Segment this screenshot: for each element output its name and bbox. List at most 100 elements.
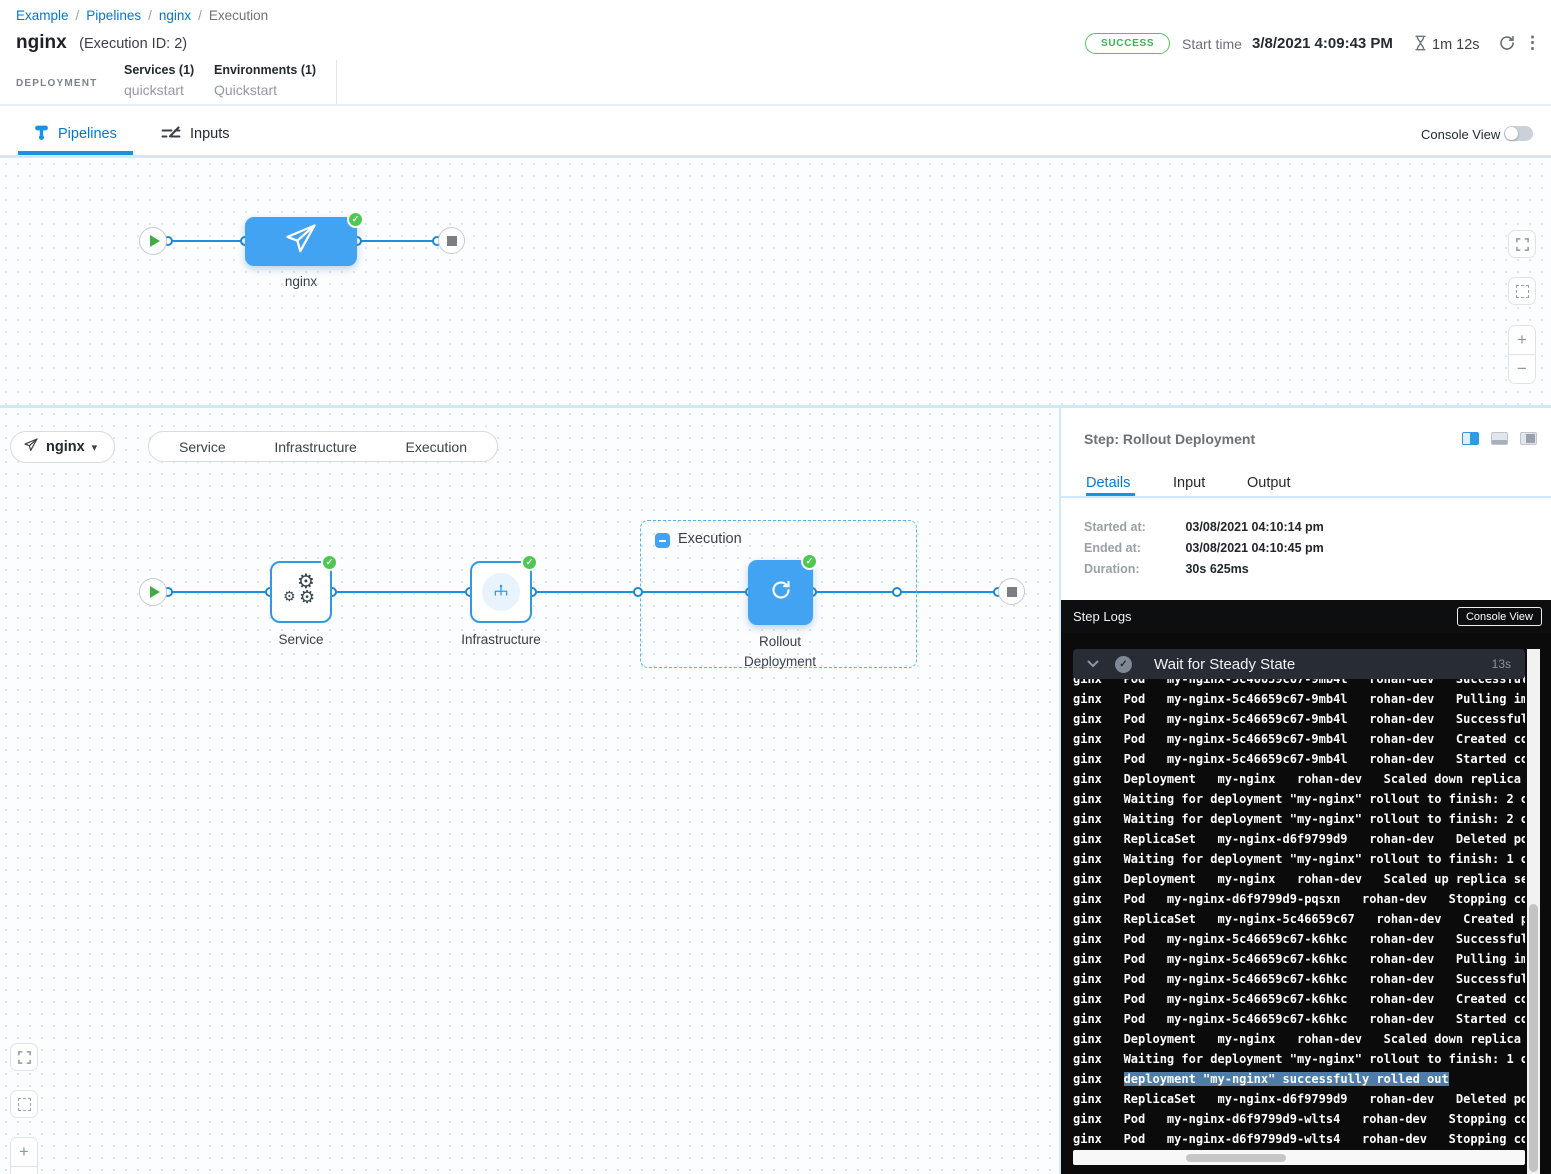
log-line: ginx Waiting for deployment "my-nginx" r… — [1073, 789, 1525, 809]
log-line: ginx deployment "my-nginx" successfully … — [1073, 1069, 1525, 1089]
page-title: nginx — [16, 32, 67, 53]
horizontal-scrollbar[interactable] — [1073, 1150, 1525, 1165]
step-details-panel: Step: Rollout Deployment Details Input O… — [1061, 408, 1551, 1174]
log-line: ginx Waiting for deployment "my-nginx" r… — [1073, 1049, 1525, 1069]
log-console[interactable]: ✓ Wait for Steady State 13s ginx Pod my-… — [1061, 633, 1551, 1174]
log-line: ginx ReplicaSet my-nginx-d6f9799d9 rohan… — [1073, 829, 1525, 849]
duration-value: 30s 625ms — [1185, 562, 1248, 576]
zoom-out-button[interactable]: − — [11, 1167, 37, 1174]
success-check-badge: ✓ — [321, 554, 338, 571]
elapsed-text: 1m 12s — [1432, 37, 1480, 53]
more-options-button[interactable]: ⋮ — [1524, 33, 1541, 53]
log-line: ginx Pod my-nginx-5c46659c67-9mb4l rohan… — [1073, 709, 1525, 729]
stop-icon — [1007, 587, 1017, 597]
marquee-select-button[interactable] — [10, 1090, 38, 1118]
marquee-icon — [18, 1098, 31, 1111]
console-view-button[interactable]: Console View — [1457, 607, 1542, 626]
pipelines-tab-icon — [33, 124, 50, 146]
gear-icon: ⚙ — [299, 587, 315, 608]
scrollbar-thumb[interactable] — [1529, 904, 1538, 1172]
step-node-infrastructure[interactable] — [470, 561, 532, 623]
fit-to-screen-button[interactable] — [1508, 230, 1536, 258]
stage-tab-execution[interactable]: Execution — [406, 439, 467, 455]
stage-tab-service[interactable]: Service — [179, 439, 226, 455]
vertical-scrollbar[interactable] — [1527, 649, 1540, 1174]
header-divider — [336, 60, 337, 104]
stage-start-node — [139, 578, 167, 606]
fit-to-screen-button[interactable] — [10, 1043, 38, 1071]
tab-inputs[interactable]: Inputs — [190, 126, 230, 142]
step-logs-title: Step Logs — [1073, 609, 1132, 624]
success-check-badge: ✓ — [521, 554, 538, 571]
collapse-group-button[interactable] — [655, 533, 670, 548]
pipeline-start-node — [139, 227, 167, 255]
scrollbar-thumb[interactable] — [1186, 1154, 1286, 1162]
start-time-value: 3/8/2021 4:09:43 PM — [1252, 35, 1393, 52]
breadcrumb: Example/Pipelines/nginx/Execution — [16, 8, 268, 23]
zoom-controls: + − — [10, 1137, 38, 1174]
tab-output[interactable]: Output — [1247, 475, 1291, 491]
infrastructure-node-label: Infrastructure — [430, 632, 572, 647]
breadcrumb-separator: / — [148, 8, 152, 23]
pipeline-end-node — [438, 227, 465, 254]
canvas-separator — [0, 405, 1551, 408]
step-node-rollout-deployment[interactable] — [748, 560, 813, 625]
duration-label: Duration: — [1084, 562, 1182, 576]
tab-input[interactable]: Input — [1173, 475, 1205, 491]
ended-at-value: 03/08/2021 04:10:45 pm — [1185, 541, 1323, 555]
refresh-icon — [1498, 40, 1516, 55]
layout-icon-fill — [1470, 433, 1478, 444]
refresh-button[interactable] — [1498, 34, 1516, 55]
breadcrumb-nginx[interactable]: nginx — [159, 8, 191, 23]
breadcrumb-example[interactable]: Example — [16, 8, 69, 23]
marquee-icon — [1516, 285, 1529, 298]
zoom-out-button[interactable]: − — [1509, 355, 1535, 383]
layout-bottom-button[interactable] — [1491, 432, 1508, 445]
step-node-service[interactable]: ⚙ ⚙ ⚙ — [270, 561, 332, 623]
chevron-down-icon: ▾ — [92, 441, 98, 454]
pipeline-node-nginx[interactable] — [245, 217, 357, 266]
stop-icon — [447, 236, 457, 246]
rollout-label-line2: Deployment — [720, 652, 840, 672]
stage-selector[interactable]: nginx ▾ — [10, 431, 115, 463]
started-at-label: Started at: — [1084, 520, 1182, 534]
tab-details[interactable]: Details — [1086, 475, 1130, 491]
zoom-in-button[interactable]: + — [11, 1138, 37, 1166]
zoom-in-button[interactable]: + — [1509, 326, 1535, 354]
log-section-title: Wait for Steady State — [1154, 656, 1295, 673]
stage-tab-infrastructure[interactable]: Infrastructure — [274, 439, 356, 455]
breadcrumb-separator: / — [198, 8, 202, 23]
log-line: ginx Deployment my-nginx rohan-dev Scale… — [1073, 869, 1525, 889]
marquee-select-button[interactable] — [1508, 277, 1536, 305]
log-line: ginx Pod my-nginx-5c46659c67-9mb4l rohan… — [1073, 729, 1525, 749]
layout-right-button[interactable] — [1520, 432, 1537, 445]
log-line: ginx Pod my-nginx-d6f9799d9-wlts4 rohan-… — [1073, 1129, 1525, 1149]
pipeline-canvas[interactable]: ✓ nginx + − — [0, 158, 1551, 405]
play-icon — [150, 586, 160, 598]
success-check-badge: ✓ — [347, 211, 364, 228]
check-circle-icon: ✓ — [1115, 656, 1132, 673]
title-row: nginx (Execution ID: 2) — [16, 32, 187, 54]
services-block: Services (1) quickstart — [124, 63, 194, 98]
connector-port — [892, 587, 902, 597]
log-line: ginx Pod my-nginx-5c46659c67-k6hkc rohan… — [1073, 989, 1525, 1009]
layout-split-right-button[interactable] — [1462, 432, 1479, 445]
environments-value[interactable]: Quickstart — [214, 82, 316, 98]
log-line: ginx Pod my-nginx-d6f9799d9-wlts4 rohan-… — [1073, 1109, 1525, 1129]
log-line: ginx Pod my-nginx-5c46659c67-k6hkc rohan… — [1073, 929, 1525, 949]
log-section-header[interactable]: ✓ Wait for Steady State 13s — [1073, 649, 1525, 679]
ended-at-label: Ended at: — [1084, 541, 1182, 555]
stage-canvas[interactable]: nginx ▾ Service Infrastructure Execution… — [0, 408, 1059, 1174]
log-line: ginx Deployment my-nginx rohan-dev Scale… — [1073, 769, 1525, 789]
log-line: ginx Pod my-nginx-5c46659c67-k6hkc rohan… — [1073, 949, 1525, 969]
deployment-type-label: DEPLOYMENT — [16, 78, 97, 89]
services-value[interactable]: quickstart — [124, 82, 194, 98]
console-view-toggle[interactable] — [1504, 126, 1533, 141]
inputs-tab-icon — [161, 126, 181, 146]
app-root: Example/Pipelines/nginx/Execution nginx … — [0, 0, 1551, 1174]
hourglass-icon — [1414, 35, 1427, 55]
tab-pipelines[interactable]: Pipelines — [58, 126, 117, 142]
play-icon — [150, 235, 160, 247]
breadcrumb-pipelines[interactable]: Pipelines — [86, 8, 141, 23]
rollout-node-label: Rollout Deployment — [720, 632, 840, 672]
